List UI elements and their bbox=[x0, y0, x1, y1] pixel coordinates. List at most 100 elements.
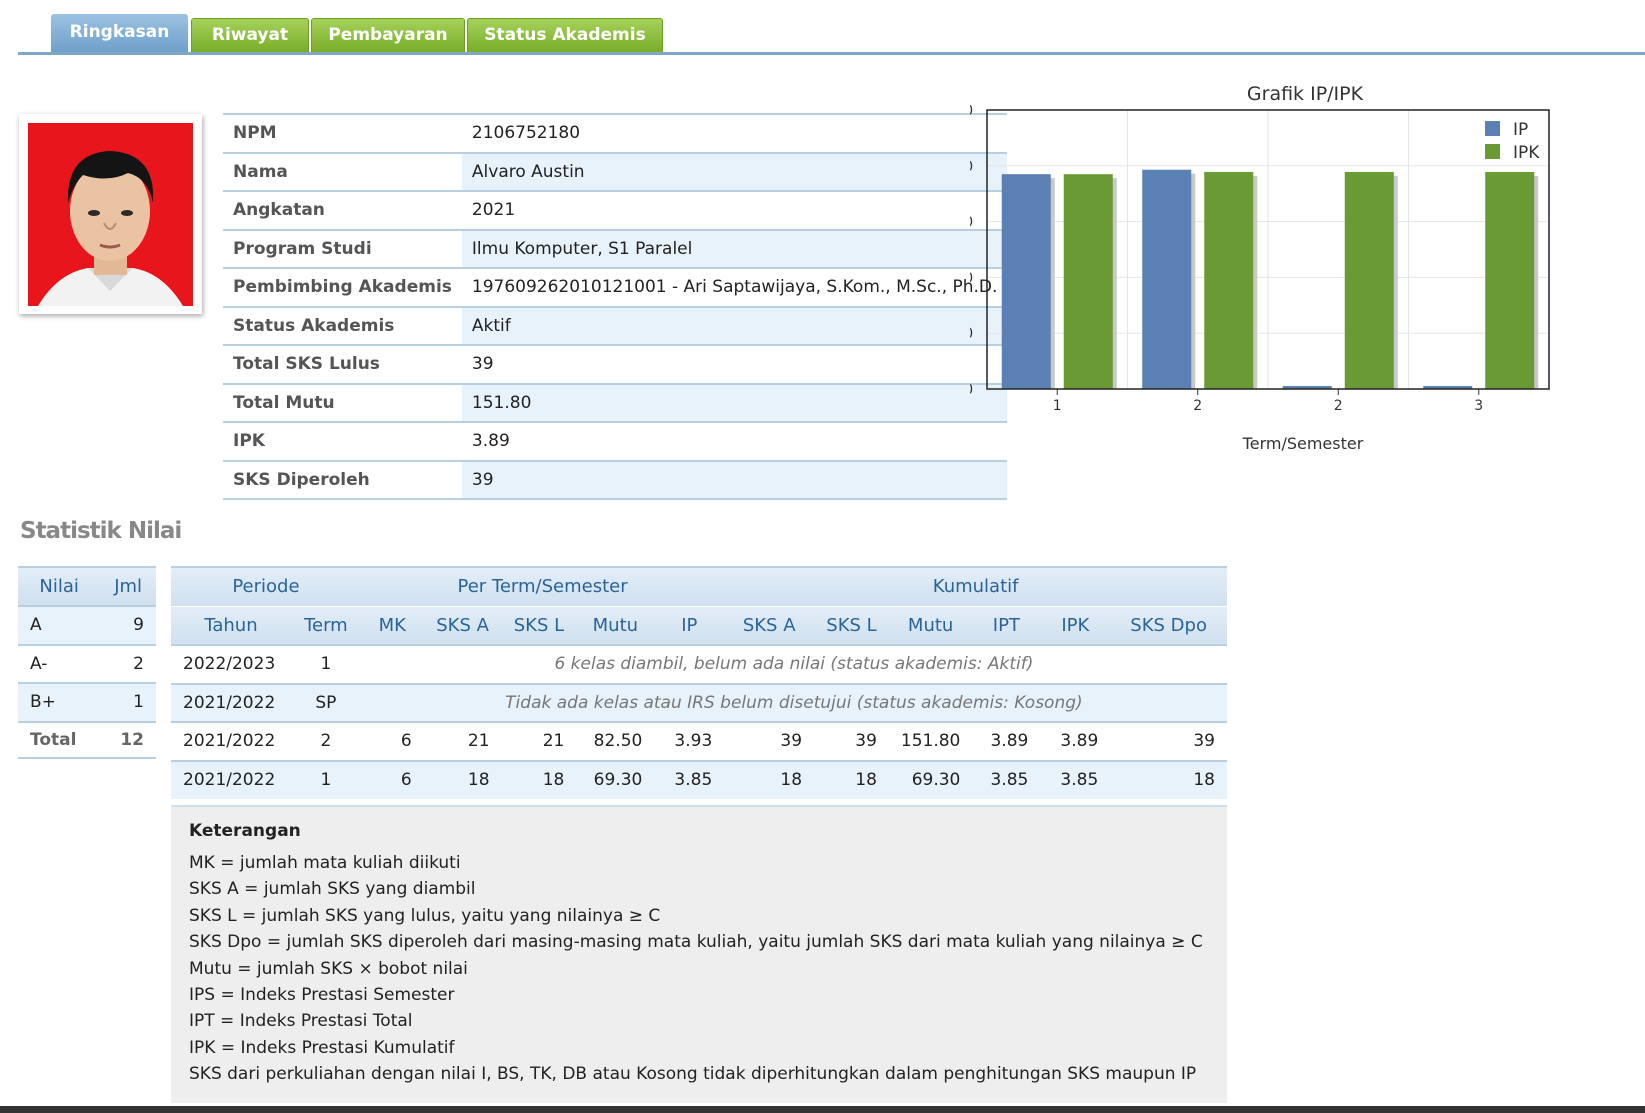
col-header-tahun: Tahun bbox=[171, 605, 291, 645]
mk-cell: 6 bbox=[360, 721, 424, 761]
col-header-ipk: IPK bbox=[1040, 605, 1111, 645]
total-row: Total 12 bbox=[18, 720, 156, 759]
chart-bar-ipk bbox=[1063, 174, 1113, 389]
keterangan-title: Keterangan bbox=[189, 821, 301, 841]
keterangan-item: SKS Dpo = jumlah SKS diperoleh dari masi… bbox=[189, 932, 1203, 953]
tab-bar: Ringkasan Riwayat Pembayaran Status Akad… bbox=[18, 13, 1645, 55]
chart-y-tick-label: 5.0 bbox=[970, 103, 973, 119]
table-row: 2021/2022 2 6 21 21 82.50 3.93 39 39 151… bbox=[171, 721, 1227, 761]
nama-label: Nama bbox=[223, 151, 462, 191]
keterangan-box: Keterangan MK = jumlah mata kuliah diiku… bbox=[171, 805, 1227, 1103]
keterangan-item: Mutu = jumlah SKS × bobot nilai bbox=[189, 958, 468, 979]
tab-ringkasan[interactable]: Ringkasan bbox=[51, 14, 188, 52]
keterangan-item: SKS L = jumlah SKS yang lulus, yaitu yan… bbox=[189, 905, 661, 926]
tahun-cell: 2021/2022 bbox=[171, 759, 291, 799]
term-cell: SP bbox=[290, 682, 361, 722]
tahun-cell: 2022/2023 bbox=[171, 644, 291, 684]
chart-bar-ip bbox=[1142, 169, 1192, 389]
table-row: B+ 1 bbox=[18, 682, 156, 722]
sks-a-cell: 18 bbox=[423, 759, 502, 799]
npm-value: 2106752180 bbox=[461, 113, 1008, 153]
ip-cell: 3.93 bbox=[654, 721, 725, 761]
total-value: 12 bbox=[100, 720, 156, 759]
keterangan-item: IPS = Indeks Prestasi Semester bbox=[189, 984, 455, 1005]
kum-sks-l-cell: 39 bbox=[814, 721, 889, 761]
ipk-cell: 3.89 bbox=[1040, 721, 1111, 761]
col-header-sks-a: SKS A bbox=[423, 605, 502, 645]
tab-pembayaran[interactable]: Pembayaran bbox=[311, 18, 465, 52]
chart-y-tick-label: 1.0 bbox=[970, 326, 973, 342]
count-cell: 9 bbox=[100, 605, 156, 645]
sks-dpo-cell: 18 bbox=[1110, 759, 1227, 799]
ipk-cell: 3.85 bbox=[1040, 759, 1111, 799]
grade-cell: A bbox=[18, 605, 101, 645]
mutu-value: 151.80 bbox=[461, 382, 1008, 422]
row-note: 6 kelas diambil, belum ada nilai (status… bbox=[360, 644, 1227, 684]
npm-label: NPM bbox=[223, 113, 462, 153]
sks-a-cell: 21 bbox=[423, 721, 502, 761]
kum-sks-a-cell: 39 bbox=[724, 721, 815, 761]
total-label: Total bbox=[18, 720, 101, 759]
student-info-table: NPM 2106752180 Nama Alvaro Austin Angkatan… bbox=[223, 113, 1008, 500]
col-header-term: Term bbox=[290, 605, 361, 645]
chart-y-tick-label: 3.0 bbox=[970, 215, 973, 231]
chart-legend-swatch bbox=[1485, 121, 1500, 136]
chart-x-axis-label: Term/Semester bbox=[1242, 434, 1364, 453]
status-value: Aktif bbox=[461, 305, 1008, 345]
ipk-value: 3.89 bbox=[461, 421, 1008, 461]
chart-bar-ipk bbox=[1204, 171, 1254, 389]
tahun-cell: 2021/2022 bbox=[171, 721, 291, 761]
grade-cell: B+ bbox=[18, 682, 101, 722]
grade-count-table: Nilai Jml A 9 A- 2 B+ 1 Total 12 bbox=[18, 566, 156, 759]
chart-bar-ip bbox=[1001, 174, 1051, 389]
chart-x-tick-label: 3 bbox=[1474, 398, 1483, 414]
prodi-label: Program Studi bbox=[223, 228, 462, 268]
table-row: 2021/2022 SP Tidak ada kelas atau IRS be… bbox=[171, 682, 1227, 722]
kum-sks-l-cell: 18 bbox=[814, 759, 889, 799]
jml-header: Jml bbox=[100, 566, 156, 606]
term-cell: 1 bbox=[290, 644, 361, 684]
mutu-label: Total Mutu bbox=[223, 382, 462, 422]
count-cell: 1 bbox=[100, 682, 156, 722]
chart-x-tick-label: 1 bbox=[1053, 398, 1062, 414]
row-note: Tidak ada kelas atau IRS belum disetujui… bbox=[360, 682, 1227, 722]
sks-diperoleh-value: 39 bbox=[461, 459, 1008, 500]
prodi-value: Ilmu Komputer, S1 Paralel bbox=[461, 228, 1008, 268]
mutu-cell: 69.30 bbox=[576, 759, 655, 799]
keterangan-item: SKS A = jumlah SKS yang diambil bbox=[189, 879, 476, 900]
student-photo-illustration bbox=[28, 123, 193, 306]
col-header-ipt: IPT bbox=[972, 605, 1041, 645]
keterangan-item: IPK = Indeks Prestasi Kumulatif bbox=[189, 1037, 455, 1058]
status-label: Status Akademis bbox=[223, 305, 462, 345]
col-header-sks-l: SKS L bbox=[501, 605, 577, 645]
section-title-statistik: Statistik Nilai bbox=[20, 518, 182, 544]
chart-bar-ipk bbox=[1344, 171, 1394, 389]
kumulatif-header: Kumulatif bbox=[724, 566, 1227, 606]
kum-sks-a-cell: 18 bbox=[724, 759, 815, 799]
sks-l-cell: 18 bbox=[501, 759, 577, 799]
bottom-bar bbox=[0, 1106, 1645, 1113]
chart-x-tick-label: 2 bbox=[1334, 398, 1343, 414]
kum-mutu-cell: 151.80 bbox=[888, 721, 973, 761]
sks-l-cell: 21 bbox=[501, 721, 577, 761]
periode-header: Periode bbox=[171, 566, 361, 606]
keterangan-item: SKS dari perkuliahan dengan nilai I, BS,… bbox=[189, 1064, 1197, 1085]
pembimbing-value: 197609262010121001 - Ari Saptawijaya, S.… bbox=[461, 267, 1008, 307]
col-header-mutu: Mutu bbox=[576, 605, 655, 645]
nilai-header: Nilai bbox=[18, 566, 101, 606]
angkatan-value: 2021 bbox=[461, 190, 1008, 230]
chart-y-tick-label: 0.0 bbox=[970, 382, 973, 398]
tab-status-akademis[interactable]: Status Akademis bbox=[467, 18, 663, 52]
ip-ipk-chart-svg: Grafik IP/IPK Term/Semester 0.0 1.0 2.0 3.0… bbox=[951, 83, 1550, 453]
ip-ipk-chart: Grafik IP/IPK Term/Semester 0.0 1.0 2.0 3.0… bbox=[951, 78, 1610, 468]
tab-riwayat[interactable]: Riwayat bbox=[191, 18, 309, 52]
per-term-header: Per Term/Semester bbox=[360, 566, 725, 606]
sks-diperoleh-label: SKS Diperoleh bbox=[223, 459, 462, 500]
count-cell: 2 bbox=[100, 643, 156, 683]
term-cell: 2 bbox=[290, 721, 361, 761]
tahun-cell: 2021/2022 bbox=[171, 682, 291, 722]
sks-lulus-label: Total SKS Lulus bbox=[223, 344, 462, 384]
chart-x-tick-label: 2 bbox=[1193, 398, 1202, 414]
ipk-label: IPK bbox=[223, 421, 462, 461]
chart-legend-label: IP bbox=[1513, 120, 1528, 140]
